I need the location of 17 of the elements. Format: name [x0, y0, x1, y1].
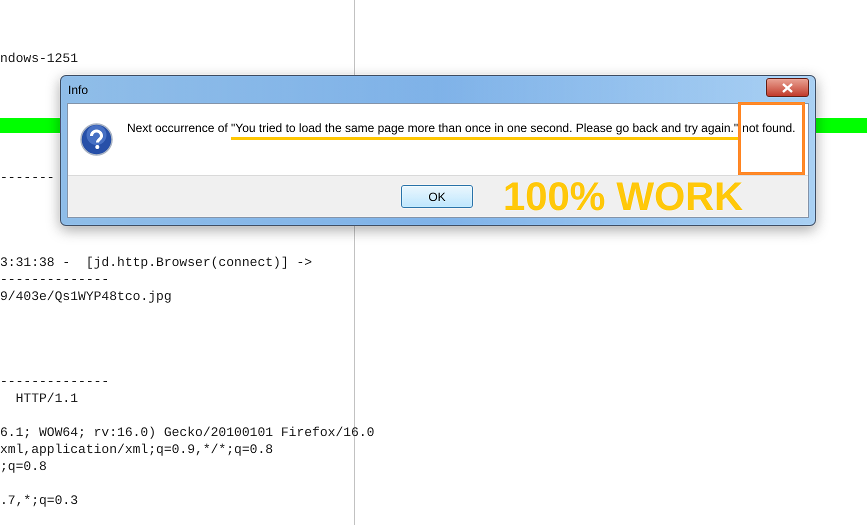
- log-line: 3:31:38 - [jd.http.Browser(connect)] ->: [0, 255, 312, 270]
- log-line: --------------: [0, 374, 110, 389]
- log-line: -------: [0, 170, 55, 185]
- ok-button[interactable]: OK: [401, 185, 473, 208]
- log-line: --------------: [0, 272, 110, 287]
- log-line: 9/403e/Qs1WYP48tco.jpg: [0, 289, 172, 304]
- log-line: .7,*;q=0.3: [0, 493, 78, 508]
- close-icon: [782, 82, 793, 92]
- log-line: xml,application/xml;q=0.9,*/*;q=0.8: [0, 442, 274, 457]
- log-line: HTTP/1.1: [14, 391, 78, 406]
- log-line: 6.1; WOW64; rv:16.0) Gecko/20100101 Firefox/16.0: [0, 425, 374, 440]
- log-line: ndows-1251: [0, 51, 78, 66]
- window-title: Info: [67, 82, 88, 98]
- log-line: ;q=0.8: [0, 459, 47, 474]
- close-button[interactable]: [766, 78, 809, 97]
- overlay-caption: 100% WORK: [503, 176, 744, 216]
- question-icon: [80, 123, 113, 156]
